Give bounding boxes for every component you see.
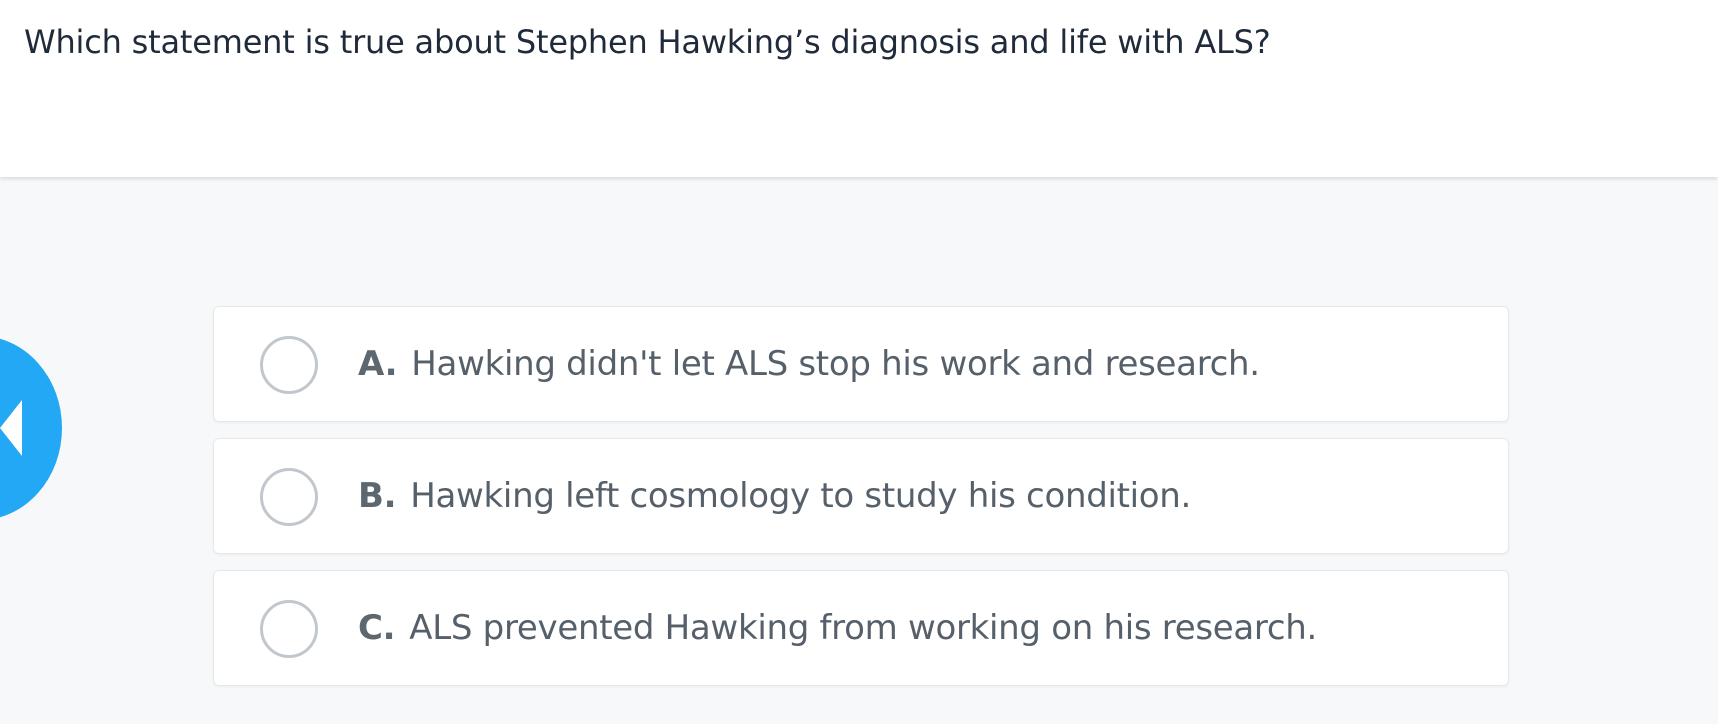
option-a-text: Hawking didn't let ALS stop his work and… [411, 344, 1260, 384]
quiz-page: Which statement is true about Stephen Ha… [0, 0, 1718, 724]
option-b-text: Hawking left cosmology to study his cond… [410, 476, 1192, 516]
option-c-label: C. ALS prevented Hawking from working on … [358, 607, 1317, 649]
option-c-text: ALS prevented Hawking from working on hi… [409, 608, 1317, 648]
answer-options: A. Hawking didn't let ALS stop his work a… [213, 306, 1509, 702]
answer-option-a[interactable]: A. Hawking didn't let ALS stop his work a… [213, 306, 1509, 422]
radio-button-b[interactable] [260, 468, 318, 526]
option-a-letter: A. [358, 344, 398, 384]
option-c-letter: C. [358, 608, 396, 648]
question-text: Which statement is true about Stephen Ha… [24, 23, 1271, 61]
option-b-letter: B. [358, 476, 397, 516]
radio-button-c[interactable] [260, 600, 318, 658]
option-b-label: B. Hawking left cosmology to study his co… [358, 475, 1191, 517]
answer-option-c[interactable]: C. ALS prevented Hawking from working on … [213, 570, 1509, 686]
option-a-label: A. Hawking didn't let ALS stop his work a… [358, 343, 1260, 385]
question-header: Which statement is true about Stephen Ha… [0, 0, 1718, 177]
answer-option-b[interactable]: B. Hawking left cosmology to study his co… [213, 438, 1509, 554]
radio-button-a[interactable] [260, 336, 318, 394]
chevron-left-icon [0, 400, 22, 456]
